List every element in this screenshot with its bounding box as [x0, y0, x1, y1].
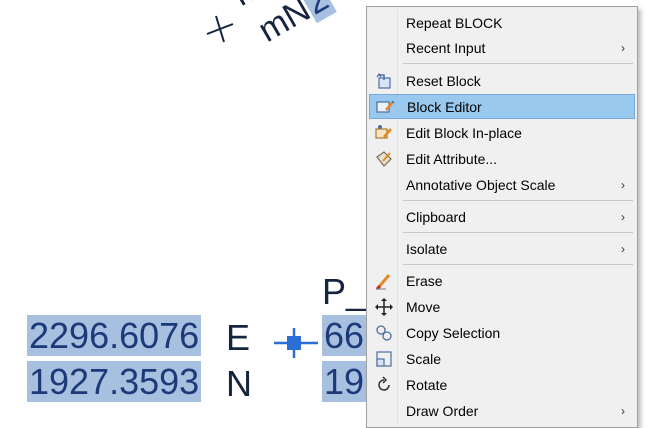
- submenu-arrow-icon: ›: [621, 403, 625, 418]
- menu-separator: [403, 200, 633, 201]
- northing-value[interactable]: 1927.3593: [27, 361, 202, 402]
- move-icon: [375, 297, 393, 316]
- menu-item-move[interactable]: Move: [369, 294, 635, 319]
- menu-item-draw-order[interactable]: Draw Order ›: [369, 398, 635, 423]
- menu-item-block-editor[interactable]: Block Editor: [369, 94, 635, 119]
- easting-right-value[interactable]: 66: [322, 315, 367, 356]
- submenu-arrow-icon: ›: [621, 241, 625, 256]
- rotated-annotation-line2[interactable]: mN2: [252, 0, 337, 50]
- menu-item-clipboard[interactable]: Clipboard ›: [369, 204, 635, 229]
- reset-block-icon: [376, 72, 391, 89]
- easting-value[interactable]: 2296.6076: [27, 315, 202, 356]
- menu-item-rotate[interactable]: Rotate: [369, 372, 635, 397]
- menu-separator: [403, 63, 633, 64]
- menu-item-copy-selection[interactable]: Copy Selection: [369, 320, 635, 345]
- point-label[interactable]: P_: [322, 274, 366, 310]
- block-editor-icon: [376, 99, 395, 113]
- menu-item-repeat-block[interactable]: Repeat BLOCK: [369, 10, 635, 35]
- erase-icon: [375, 273, 391, 290]
- copy-selection-icon: [376, 324, 392, 341]
- menu-separator: [403, 264, 633, 265]
- grip-crosshair-icon[interactable]: [274, 326, 318, 360]
- northing-suffix[interactable]: N: [226, 366, 252, 402]
- submenu-arrow-icon: ›: [621, 209, 625, 224]
- menu-item-annotative-object-scale[interactable]: Annotative Object Scale ›: [369, 172, 635, 197]
- context-menu: Repeat BLOCK Recent Input › Reset Block …: [366, 6, 638, 428]
- rotate-icon: [378, 375, 390, 391]
- crosshair-icon: [206, 15, 234, 43]
- menu-separator: [403, 232, 633, 233]
- menu-item-scale[interactable]: Scale: [369, 346, 635, 371]
- northing-right-value[interactable]: 19: [322, 361, 367, 402]
- submenu-arrow-icon: ›: [621, 40, 625, 55]
- menu-item-edit-block-in-place[interactable]: Edit Block In-place: [369, 120, 635, 145]
- easting-suffix[interactable]: E: [226, 320, 250, 356]
- menu-item-edit-attribute[interactable]: Edit Attribute...: [369, 146, 635, 171]
- edit-block-in-place-icon: [375, 124, 392, 139]
- menu-item-recent-input[interactable]: Recent Input ›: [369, 35, 635, 60]
- submenu-arrow-icon: ›: [621, 177, 625, 192]
- menu-item-isolate[interactable]: Isolate ›: [369, 236, 635, 261]
- menu-item-reset-block[interactable]: Reset Block: [369, 68, 635, 93]
- menu-item-erase[interactable]: Erase: [369, 268, 635, 293]
- edit-attribute-icon: [376, 150, 392, 167]
- scale-icon: [376, 350, 392, 367]
